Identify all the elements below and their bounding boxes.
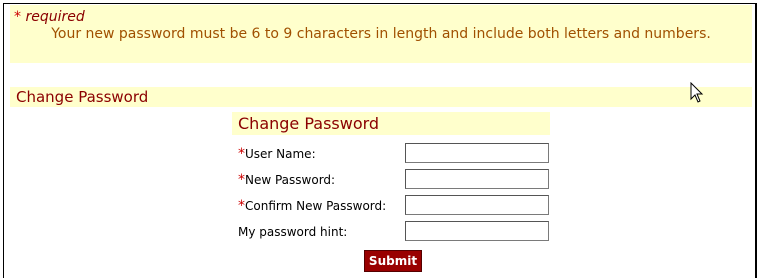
required-notice: * required Your new password must be 6 t… xyxy=(10,5,752,63)
confirm-password-label-text: Confirm New Password: xyxy=(245,199,387,213)
required-label: required xyxy=(21,9,85,25)
change-password-form: Change Password *User Name: *New Passwor… xyxy=(232,112,550,272)
username-label: *User Name: xyxy=(238,146,316,162)
form-title: Change Password xyxy=(232,112,550,135)
page-frame: * required Your new password must be 6 t… xyxy=(3,3,757,278)
username-label-text: User Name: xyxy=(245,147,316,161)
required-star: * xyxy=(238,198,245,214)
required-star: * xyxy=(238,146,245,162)
required-star: * xyxy=(14,9,21,25)
required-star: * xyxy=(238,172,245,188)
username-row: *User Name: xyxy=(232,143,550,165)
password-hint-input[interactable] xyxy=(405,221,549,241)
confirm-password-row: *Confirm New Password: xyxy=(232,195,550,217)
password-hint-label-text: My password hint: xyxy=(238,225,348,239)
section-title: Change Password xyxy=(10,87,752,107)
submit-button[interactable]: Submit xyxy=(364,250,422,272)
new-password-label-text: New Password: xyxy=(245,173,336,187)
confirm-password-label: *Confirm New Password: xyxy=(238,198,386,214)
password-rule-text: Your new password must be 6 to 9 charact… xyxy=(51,26,711,42)
new-password-input[interactable] xyxy=(405,169,549,189)
new-password-label: *New Password: xyxy=(238,172,335,188)
password-hint-row: My password hint: xyxy=(232,221,550,243)
required-legend: * required xyxy=(14,9,85,25)
new-password-row: *New Password: xyxy=(232,169,550,191)
confirm-password-input[interactable] xyxy=(405,195,549,215)
username-input[interactable] xyxy=(405,143,549,163)
password-hint-label: My password hint: xyxy=(238,224,347,240)
mouse-pointer-icon xyxy=(690,82,704,103)
